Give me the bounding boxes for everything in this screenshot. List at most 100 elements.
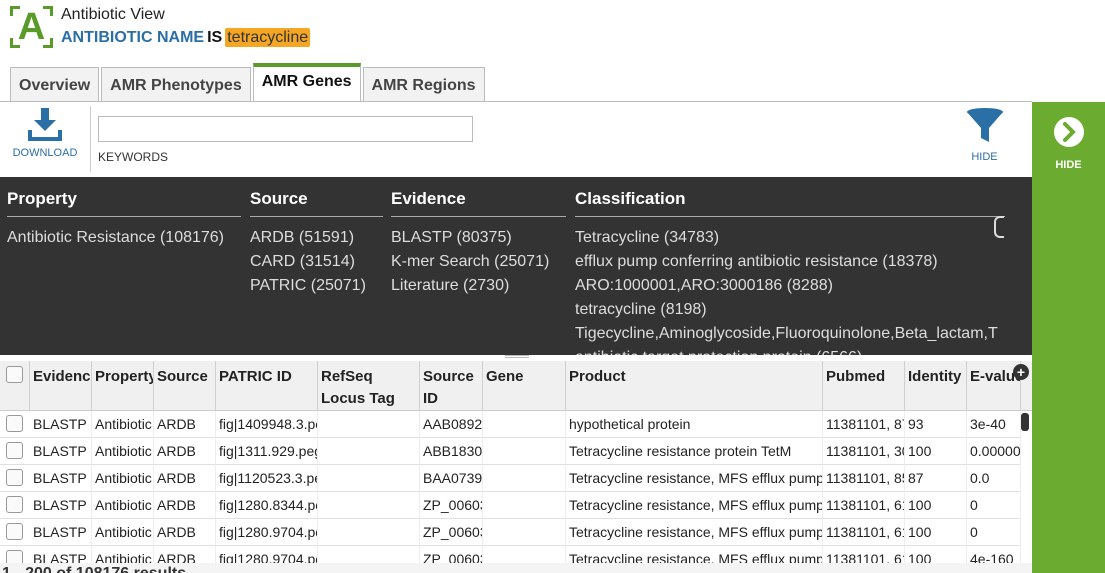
table-cell — [318, 411, 420, 438]
facet-item[interactable]: ARO:1000001,ARO:3000186 (8288) — [575, 274, 1005, 298]
query-value: tetracycline — [225, 28, 311, 47]
side-panel: HIDE — [1032, 102, 1105, 573]
select-all-checkbox[interactable] — [6, 366, 23, 383]
column-header[interactable]: Property — [92, 361, 154, 411]
antibiotic-logo-icon: A — [10, 6, 53, 48]
facet-panel: Property Antibiotic Resistance (108176) … — [0, 177, 1032, 355]
column-header[interactable]: Identity — [905, 361, 967, 411]
facet-source: Source ARDB (51591) CARD (31514) PATRIC … — [250, 177, 383, 298]
row-checkbox[interactable] — [6, 469, 23, 486]
facet-item[interactable]: Antibiotic Resistance (108176) — [7, 226, 241, 250]
table-row[interactable]: BLASTPAntibioticARDBfig|1280.8344.peg ZP_… — [0, 492, 1021, 519]
column-header[interactable]: Pubmed — [823, 361, 905, 411]
table-cell: BLASTP — [30, 519, 92, 546]
tab-amr-regions[interactable]: AMR Regions — [362, 67, 485, 102]
grid-header: Evidence Property Source PATRIC ID RefSe… — [0, 361, 1032, 411]
table-cell: 0.0 — [967, 465, 1021, 492]
facet-header: Classification — [575, 177, 1005, 217]
tab-amr-phenotypes[interactable]: AMR Phenotypes — [101, 67, 251, 102]
facet-item[interactable]: ARDB (51591) — [250, 226, 383, 250]
row-checkbox[interactable] — [6, 442, 23, 459]
table-cell: ARDB — [154, 519, 216, 546]
query-operator: IS — [207, 29, 223, 46]
table-cell: 87 — [905, 465, 967, 492]
funnel-icon — [966, 108, 1003, 142]
facet-header: Property — [7, 177, 241, 217]
table-cell: Antibiotic — [92, 438, 154, 465]
column-header[interactable]: Source — [154, 361, 216, 411]
facet-item[interactable]: antibiotic target protection protein (65… — [575, 346, 1005, 355]
table-cell — [483, 519, 566, 546]
table-row[interactable]: BLASTPAntibioticARDBfig|1409948.3.peg AAB… — [0, 411, 1021, 438]
table-row[interactable]: BLASTPAntibioticARDBfig|1120523.3.peg BAA… — [0, 465, 1021, 492]
column-header[interactable]: Evidence — [30, 361, 92, 411]
table-cell: 0 — [967, 519, 1021, 546]
table-cell: ZP_00603 — [420, 492, 483, 519]
table-cell: Antibiotic — [92, 465, 154, 492]
table-cell: Tetracycline resistance protein TetM — [566, 438, 823, 465]
column-header[interactable]: Gene — [483, 361, 566, 411]
column-header[interactable]: Source ID — [420, 361, 483, 411]
table-cell: 11381101, 8793 — [823, 411, 905, 438]
facet-header: Evidence — [391, 177, 566, 217]
table-cell: fig|1280.8344.peg — [216, 492, 318, 519]
table-cell: ARDB — [154, 411, 216, 438]
table-cell — [483, 465, 566, 492]
table-cell: hypothetical protein — [566, 411, 823, 438]
table-row[interactable]: BLASTP Antibiotic ARDB fig|1311.929.peg ABB1… — [0, 438, 1021, 465]
select-all-cell — [0, 361, 30, 411]
table-cell: ZP_00603 — [420, 519, 483, 546]
table-cell: 11381101, 61 — [823, 492, 905, 519]
facet-scrollbar[interactable] — [994, 216, 1004, 238]
panel-splitter-handle[interactable] — [505, 355, 529, 358]
grid-toolbar: DOWNLOAD KEYWORDS HIDE — [0, 102, 1032, 177]
table-cell: Tetracycline resistance, MFS efflux pump — [566, 465, 823, 492]
facet-item[interactable]: PATRIC (25071) — [250, 274, 383, 298]
facet-item[interactable]: tetracycline (8198) — [575, 298, 1005, 322]
tab-amr-genes[interactable]: AMR Genes — [252, 63, 361, 103]
column-header[interactable]: Product — [566, 361, 823, 411]
table-cell: BAA07390 — [420, 465, 483, 492]
facet-item[interactable]: CARD (31514) — [250, 250, 383, 274]
table-cell — [318, 438, 420, 465]
facet-item[interactable]: Tigecycline,Aminoglycoside,Fluoroquinolo… — [575, 322, 1005, 346]
table-cell: 11381101, 30 — [823, 438, 905, 465]
column-header[interactable]: PATRIC ID — [216, 361, 318, 411]
table-cell: 100 — [905, 492, 967, 519]
tab-overview[interactable]: Overview — [10, 67, 100, 102]
table-cell: 100 — [905, 519, 967, 546]
row-checkbox[interactable] — [6, 415, 23, 432]
facet-item[interactable]: Literature (2730) — [391, 274, 566, 298]
table-row[interactable]: BLASTPAntibioticARDBfig|1280.9704.peg ZP_… — [0, 519, 1021, 546]
facet-item[interactable]: K-mer Search (25071) — [391, 250, 566, 274]
facet-item[interactable]: BLASTP (80375) — [391, 226, 566, 250]
facet-item[interactable]: efflux pump conferring antibiotic resist… — [575, 250, 1005, 274]
table-cell: 0.00000 — [967, 438, 1021, 465]
facet-item[interactable]: Tetracycline (34783) — [575, 226, 1005, 250]
facet-classification: Classification Tetracycline (34783) effl… — [575, 177, 1005, 355]
facet-header: Source — [250, 177, 383, 217]
hide-filter-label: HIDE — [971, 151, 998, 163]
facet-evidence: Evidence BLASTP (80375) K-mer Search (25… — [391, 177, 566, 298]
table-cell — [318, 465, 420, 492]
table-cell: BLASTP — [30, 465, 92, 492]
table-cell — [318, 492, 420, 519]
facet-property: Property Antibiotic Resistance (108176) — [7, 177, 241, 250]
row-checkbox[interactable] — [6, 496, 23, 513]
keywords-label: KEYWORDS — [98, 150, 169, 164]
add-column-icon[interactable]: + — [1013, 364, 1029, 380]
table-cell — [483, 492, 566, 519]
page-title: Antibiotic View — [61, 6, 165, 23]
table-cell: 11381101, 85 — [823, 465, 905, 492]
hide-panel-button[interactable]: HIDE — [1032, 116, 1105, 171]
hide-filter-button[interactable]: HIDE — [962, 108, 1007, 163]
table-cell: 93 — [905, 411, 967, 438]
download-button[interactable]: DOWNLOAD — [10, 108, 80, 159]
column-header[interactable]: RefSeq Locus Tag — [318, 361, 420, 411]
page-header: A Antibiotic View ANTIBIOTIC NAME IS tetra… — [0, 0, 1105, 62]
keywords-input[interactable] — [98, 116, 473, 142]
row-checkbox[interactable] — [6, 523, 23, 540]
grid-scrollbar[interactable] — [1021, 413, 1029, 431]
query-field: ANTIBIOTIC NAME — [61, 29, 205, 46]
table-cell: AAB08923 — [420, 411, 483, 438]
